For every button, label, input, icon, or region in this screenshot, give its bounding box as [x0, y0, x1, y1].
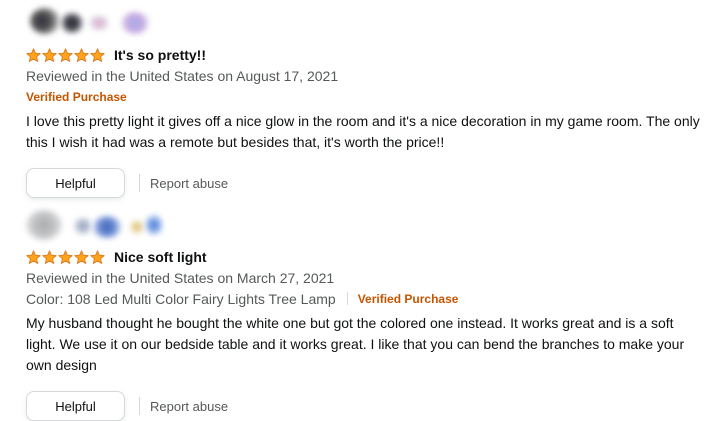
customer-image-thumbnail[interactable]: [92, 216, 122, 238]
review-body: My husband thought he bought the white o…: [26, 315, 685, 373]
customer-image-thumbnail[interactable]: [30, 8, 60, 34]
review-title[interactable]: Nice soft light: [114, 249, 207, 265]
star-icon: [90, 47, 105, 62]
review-date: Reviewed in the United States on August …: [26, 68, 339, 84]
review-card: Nice soft light Reviewed in the United S…: [26, 210, 706, 421]
customer-image-thumbnail[interactable]: [88, 16, 110, 30]
helpful-button[interactable]: Helpful: [26, 168, 125, 198]
verified-purchase-badge: Verified Purchase: [26, 89, 127, 104]
customer-image-thumbnail[interactable]: [120, 12, 150, 34]
star-icon: [58, 249, 73, 264]
verified-purchase-badge: Verified Purchase: [357, 291, 459, 306]
action-divider: [139, 397, 140, 415]
customer-image-thumbnail[interactable]: [74, 218, 92, 234]
meta-divider: [346, 292, 348, 305]
customer-image-thumbnail[interactable]: [26, 210, 62, 240]
review-card: It's so pretty!! Reviewed in the United …: [26, 8, 706, 198]
star-icon: [42, 249, 57, 264]
product-variant-link[interactable]: Color: 108 Led Multi Color Fairy Lights …: [26, 291, 336, 307]
customer-image-thumbnail[interactable]: [130, 220, 144, 234]
star-icon: [42, 47, 57, 62]
review-title[interactable]: It's so pretty!!: [114, 47, 206, 63]
customer-image-thumbnail[interactable]: [146, 214, 162, 236]
report-abuse-link[interactable]: Report abuse: [150, 176, 228, 191]
customer-image-thumbnail[interactable]: [60, 13, 84, 33]
star-icon: [58, 47, 73, 62]
star-rating: [26, 249, 105, 265]
star-icon: [90, 249, 105, 264]
star-icon: [74, 249, 89, 264]
star-icon: [26, 249, 41, 264]
review-body: I love this pretty light it gives off a …: [26, 113, 700, 150]
review-date: Reviewed in the United States on March 2…: [26, 270, 335, 286]
star-icon: [74, 47, 89, 62]
helpful-button[interactable]: Helpful: [26, 391, 125, 421]
star-icon: [26, 47, 41, 62]
customer-images[interactable]: [26, 8, 706, 38]
action-divider: [139, 174, 140, 192]
customer-images[interactable]: [26, 210, 706, 240]
report-abuse-link[interactable]: Report abuse: [150, 399, 228, 414]
star-rating: [26, 47, 105, 63]
